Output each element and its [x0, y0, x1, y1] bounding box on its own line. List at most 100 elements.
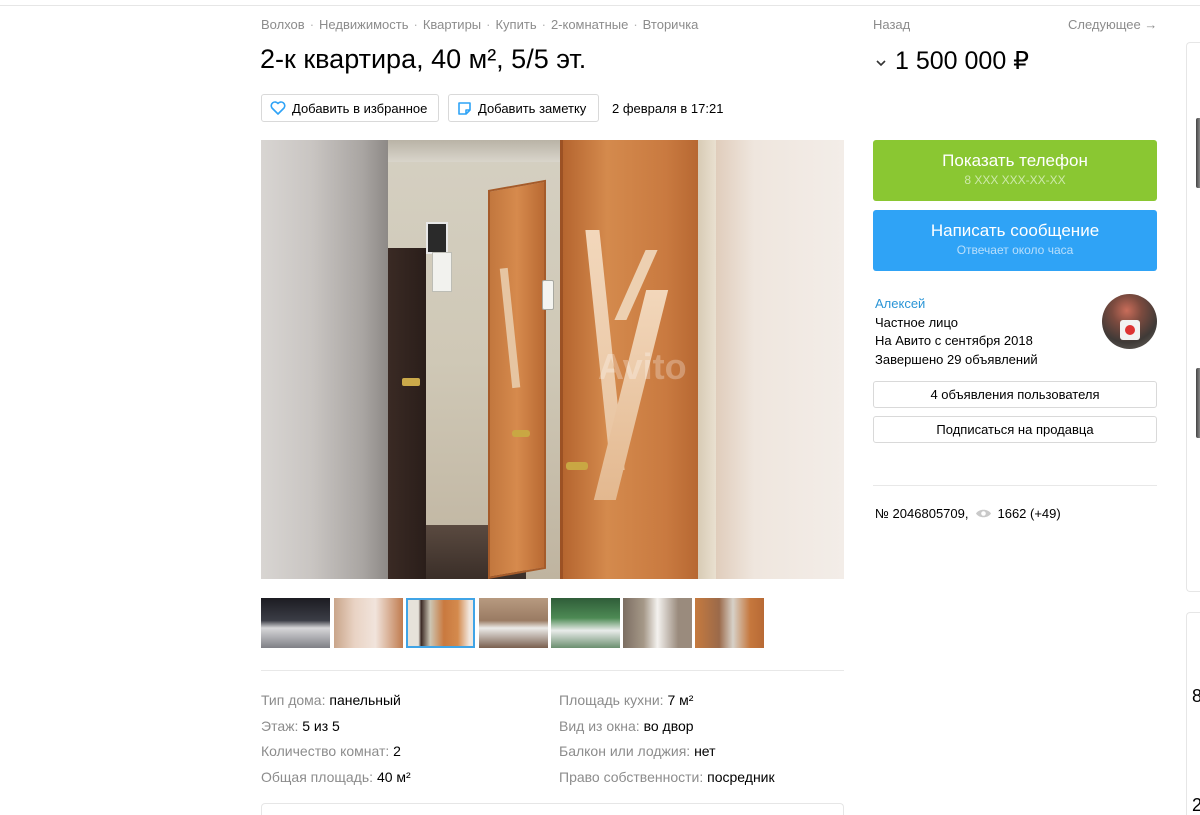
param-row: Право собственности: посредник	[559, 768, 775, 794]
heart-icon	[270, 101, 286, 115]
param-label: Право собственности:	[559, 768, 704, 785]
param-label: Этаж:	[261, 717, 299, 734]
breadcrumb-separator: ·	[486, 17, 491, 32]
note-icon	[458, 101, 471, 115]
breadcrumb-item[interactable]: Недвижимость	[319, 17, 408, 32]
views-count: 1662 (+49)	[997, 506, 1061, 521]
similar-ads-panel	[1186, 612, 1200, 815]
photo-steel-door	[388, 248, 426, 579]
params-left: Тип дома: панельный Этаж: 5 из 5 Количес…	[261, 691, 411, 793]
ad-meta: № 2046805709, 1662 (+49)	[875, 506, 1061, 521]
avatar[interactable]	[1102, 294, 1157, 349]
photo-box	[432, 252, 452, 292]
breadcrumb: Волхов · Недвижимость · Квартиры · Купить · 2-ко…	[261, 17, 698, 32]
eye-icon	[976, 509, 992, 518]
param-row: Общая площадь: 40 м²	[261, 768, 411, 794]
thumbnail[interactable]	[334, 598, 403, 648]
add-note-button[interactable]: Добавить заметку	[448, 94, 599, 122]
posted-date: 2 февраля в 17:21	[612, 101, 724, 116]
thumbnail[interactable]	[695, 598, 764, 648]
param-row: Этаж: 5 из 5	[261, 717, 411, 743]
back-link[interactable]: Назад	[873, 17, 910, 32]
breadcrumb-item[interactable]: Купить	[495, 17, 536, 32]
param-row: Балкон или лоджия: нет	[559, 742, 775, 768]
ad-number: № 2046805709,	[875, 506, 969, 521]
breadcrumb-item[interactable]: 2-комнатные	[551, 17, 628, 32]
param-value: панельный	[329, 692, 401, 708]
param-label: Общая площадь:	[261, 768, 374, 785]
photo-handle-left	[512, 430, 530, 437]
similar-ad-price: 8	[1192, 686, 1200, 706]
add-favorite-button[interactable]: Добавить в избранное	[261, 94, 439, 122]
thumbnail[interactable]	[479, 598, 548, 648]
photo-image: Avito	[388, 140, 716, 579]
param-row: Тип дома: панельный	[261, 691, 411, 717]
seller-completed: Завершено 29 объявлений	[875, 351, 1038, 367]
param-row: Количество комнат: 2	[261, 742, 411, 768]
avatar-logo	[1125, 325, 1135, 335]
photo-handle-right	[566, 462, 588, 470]
param-row: Площадь кухни: 7 м²	[559, 691, 775, 717]
price-block: 1 500 000 ₽	[873, 46, 1029, 76]
param-value: посредник	[707, 768, 775, 785]
seller-since: На Авито с сентября 2018	[875, 333, 1033, 348]
param-row: Вид из окна: во двор	[559, 717, 775, 743]
param-label: Тип дома:	[261, 692, 326, 708]
section-divider	[261, 670, 844, 671]
breadcrumb-separator: ·	[541, 17, 546, 32]
param-value: 5 из 5	[302, 717, 340, 734]
photo-switch	[542, 280, 554, 310]
similar-ad-image[interactable]	[1196, 118, 1200, 188]
top-border	[0, 0, 1200, 6]
show-phone-button[interactable]: Показать телефон 8 XXX XXX-XX-XX	[873, 140, 1157, 201]
phone-mask: 8 XXX XXX-XX-XX	[964, 173, 1066, 187]
param-label: Количество комнат:	[261, 743, 390, 759]
page-title: 2-к квартира, 40 м², 5/5 эт.	[260, 44, 587, 74]
param-label: Площадь кухни:	[559, 692, 664, 708]
chevron-down-icon[interactable]	[873, 55, 889, 71]
thumbnail[interactable]	[623, 598, 692, 648]
photo-blur-left	[261, 140, 388, 579]
breadcrumb-item[interactable]: Волхов	[261, 17, 305, 32]
listing-page: Волхов · Недвижимость · Квартиры · Купить · 2-ко…	[0, 0, 1200, 815]
breadcrumb-item[interactable]: Вторичка	[643, 17, 699, 32]
seller-info: Алексей Частное лицо На Авито с сентября…	[875, 295, 1038, 369]
thumbnail[interactable]	[261, 598, 330, 648]
param-value: 40 м²	[376, 768, 411, 785]
right-divider	[873, 485, 1157, 486]
photo-watermark: Avito	[598, 346, 687, 387]
description-card	[261, 803, 844, 815]
show-phone-label: Показать телефон	[942, 151, 1088, 170]
response-time: Отвечает около часа	[956, 243, 1074, 257]
send-message-button[interactable]: Написать сообщение Отвечает около часа	[873, 210, 1157, 271]
seller-type: Частное лицо	[875, 314, 958, 330]
breadcrumb-separator: ·	[309, 17, 315, 32]
breadcrumb-item[interactable]: Квартиры	[423, 17, 481, 32]
param-label: Вид из окна:	[559, 717, 640, 734]
photo-steel-handle	[402, 378, 420, 386]
user-listings-button[interactable]: 4 объявления пользователя	[873, 381, 1157, 408]
breadcrumb-separator: ·	[633, 17, 638, 32]
next-link[interactable]: Следующее →	[1068, 17, 1157, 32]
param-value: во двор	[643, 717, 694, 734]
seller-name[interactable]: Алексей	[875, 295, 1038, 314]
param-value: 2	[393, 743, 401, 759]
add-favorite-label: Добавить в избранное	[292, 100, 428, 116]
thumbnail-strip	[261, 598, 781, 648]
send-message-label: Написать сообщение	[930, 221, 1100, 240]
photo-meter	[426, 222, 448, 254]
thumbnail-active[interactable]	[406, 598, 475, 648]
param-value: 7 м²	[667, 692, 694, 708]
thumbnail[interactable]	[551, 598, 620, 648]
add-note-label: Добавить заметку	[478, 100, 587, 116]
main-photo[interactable]: Avito	[261, 140, 844, 579]
param-value: нет	[694, 743, 716, 759]
subscribe-seller-button[interactable]: Подписаться на продавца	[873, 416, 1157, 443]
photo-blur-right	[716, 140, 844, 579]
price: 1 500 000 ₽	[895, 47, 1030, 75]
similar-ad-image[interactable]	[1196, 368, 1200, 438]
params-right: Площадь кухни: 7 м² Вид из окна: во двор…	[559, 691, 775, 793]
similar-ad-price: 2	[1192, 795, 1200, 815]
breadcrumb-separator: ·	[413, 17, 418, 32]
param-label: Балкон или лоджия:	[559, 743, 691, 759]
